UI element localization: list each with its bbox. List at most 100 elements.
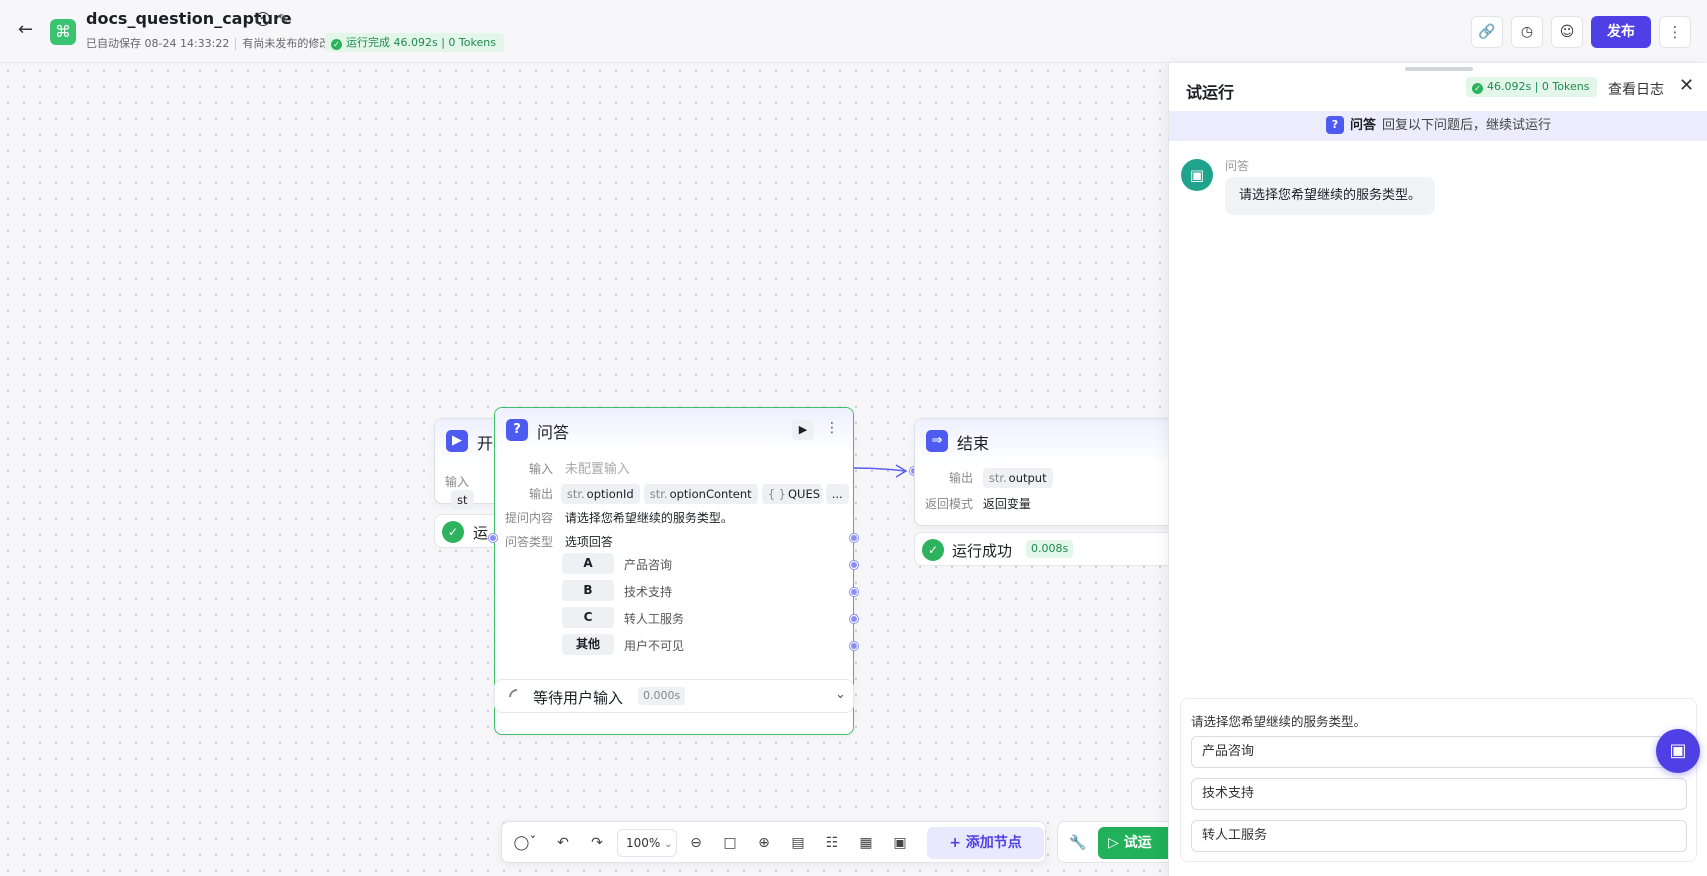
panel-title: 试运行 — [1186, 83, 1235, 102]
publish-button[interactable]: 发布 — [1591, 16, 1651, 48]
node-more-icon[interactable]: ⋮ — [825, 420, 839, 436]
option-text: 用户不可见 — [624, 639, 685, 653]
unpublished-text: 有尚未发布的修改 — [242, 37, 331, 50]
end-return-label: 返回模式 — [925, 497, 974, 511]
start-icon: ▶ — [446, 430, 468, 452]
fit-view-icon[interactable]: □ — [719, 832, 741, 854]
option-key: 其他 — [562, 634, 614, 655]
collaborator-button[interactable]: ☺ — [1551, 16, 1583, 48]
drag-handle[interactable] — [1405, 67, 1473, 71]
start-input-label: 输入 — [445, 475, 470, 489]
add-node-button[interactable]: + 添加节点 — [927, 827, 1044, 859]
comment-icon[interactable]: ▤ — [787, 832, 809, 854]
user-icon: ☺ — [1559, 24, 1575, 40]
redo-icon[interactable]: ↷ — [586, 832, 608, 854]
notice-tag: 问答 — [1349, 118, 1376, 133]
image-icon[interactable]: ▦ — [855, 832, 877, 854]
output-type: { } — [767, 487, 786, 501]
run-status-text: 运行完成 46.092s | 0 Tokens — [346, 36, 496, 49]
output-type: str. — [566, 487, 585, 501]
canvas-toolbar: ◯ˇ ↶ ↷ 100% ⌄ ⊖ □ ⊕ ▤ ☷ ▦ ▣ + 添加节点 — [501, 821, 1046, 863]
qa-type-value: 选项回答 — [564, 535, 613, 549]
option-text: 技术支持 — [624, 585, 673, 599]
try-run-label: 试运 — [1123, 835, 1152, 851]
notice-text: 回复以下问题后，继续试运行 — [1382, 118, 1552, 133]
output-type: str. — [649, 487, 668, 501]
end-return-row: 返回模式 返回变量 — [925, 495, 1031, 512]
success-icon: ✓ — [331, 39, 342, 50]
end-node[interactable]: ⇒ 结束 输出 str. output 返回模式 返回变量 — [914, 418, 1168, 526]
option-port-other[interactable] — [850, 642, 858, 650]
plus-icon: + — [949, 835, 966, 851]
wrench-icon[interactable]: 🔧 — [1067, 832, 1089, 854]
zoom-out-icon[interactable]: ⊖ — [685, 832, 707, 854]
edit-icon[interactable]: ✎ — [278, 12, 289, 27]
app-icon: ⌘ — [50, 19, 76, 45]
end-output-tag: str. output — [982, 468, 1053, 488]
close-icon[interactable]: ✕ — [1679, 75, 1694, 96]
question-icon: ? — [506, 419, 528, 441]
option-port-b[interactable] — [850, 588, 858, 596]
panel-badge-text: 46.092s | 0 Tokens — [1487, 80, 1590, 93]
zoom-in-icon[interactable]: ⊕ — [753, 832, 775, 854]
qa-input-port[interactable] — [489, 534, 497, 542]
answer-option[interactable]: 转人工服务 — [1191, 820, 1687, 852]
bot-avatar: ▣ — [1181, 159, 1213, 191]
run-node-icon[interactable]: ▶ — [792, 420, 814, 440]
option-key: B — [562, 580, 614, 601]
layout-icon[interactable]: ☷ — [821, 832, 843, 854]
output-type: str. — [988, 471, 1007, 485]
output-name: optionContent — [669, 487, 752, 501]
undo-icon[interactable]: ↶ — [552, 832, 574, 854]
start-status-text: 运 — [473, 524, 489, 542]
try-run-button[interactable]: ▷ 试运 — [1098, 827, 1178, 859]
link-button[interactable]: 🔗 — [1471, 16, 1503, 48]
more-options-icon[interactable]: ⋮ — [1659, 16, 1691, 48]
end-node-title: 结束 — [957, 434, 990, 453]
view-log-link[interactable]: 查看日志 — [1608, 79, 1664, 99]
panel-run-badge: ✓ 46.092s | 0 Tokens — [1466, 77, 1598, 97]
answer-option[interactable]: 产品咨询 — [1191, 736, 1687, 768]
qa-input-value: 未配置输入 — [564, 462, 630, 477]
history-button[interactable]: ◷ — [1511, 16, 1543, 48]
success-icon: ✓ — [1472, 83, 1483, 94]
end-output-label: 输出 — [948, 471, 973, 485]
start-input-tag: st — [451, 490, 474, 510]
header: ← ⌘ docs_question_capture ✓ ✎ 已自动保存 08-2… — [0, 0, 1707, 63]
answer-prompt: 请选择您希望继续的服务类型。 — [1191, 714, 1367, 729]
qa-output-row: 输出 str. optionId str. optionContent{ } QUES.… — [505, 484, 853, 504]
output-tag-ques: { } QUES — [761, 484, 822, 504]
qa-input-label: 输入 — [528, 462, 553, 476]
zoom-select[interactable]: 100% ⌄ — [617, 829, 677, 857]
option-key: C — [562, 607, 614, 628]
end-status-time: 0.008s — [1026, 540, 1074, 558]
start-node-header: ▶ 开 — [435, 419, 503, 463]
more-outputs-button[interactable]: ... — [825, 484, 849, 504]
run-status-badge: ✓ 运行完成 46.092s | 0 Tokens — [325, 33, 504, 52]
output-name: QUES — [787, 487, 821, 501]
qa-question-label: 提问内容 — [505, 511, 554, 525]
chat-bot-icon[interactable]: ▣ — [1656, 729, 1700, 773]
qa-node-header: ? 问答 ▶ ⋮ — [495, 408, 853, 452]
minimap-icon[interactable]: ▣ — [889, 832, 911, 854]
answer-option[interactable]: 技术支持 — [1191, 778, 1687, 810]
success-icon: ✓ — [922, 539, 944, 561]
end-icon: ⇒ — [926, 430, 948, 452]
option-port-c[interactable] — [850, 615, 858, 623]
play-circle-icon: ▷ — [1108, 835, 1124, 851]
autosave-text: 已自动保存 08-24 14:33:22 — [86, 37, 230, 50]
workflow-canvas[interactable]: ▶ 开 输入 st ✓ 运 ? 问答 ▶ ⋮ 输入 未配置输入 输出 str. o… — [0, 63, 1168, 876]
answer-box: 请选择您希望继续的服务类型。 产品咨询 技术支持 转人工服务 — [1180, 698, 1697, 862]
qa-status[interactable]: 等待用户输入 0.000s ⌄ — [494, 679, 854, 713]
back-arrow-icon[interactable]: ← — [18, 20, 38, 40]
qa-type-label: 问答类型 — [505, 535, 554, 549]
chevron-down-icon: ⌄ — [664, 839, 673, 850]
option-port-a[interactable] — [850, 561, 858, 569]
zoom-value: 100% — [626, 836, 661, 850]
qa-type-row: 问答类型 选项回答 — [505, 533, 613, 550]
output-tag-optionid: str. optionId — [560, 484, 640, 504]
chevron-down-icon[interactable]: ⌄ — [835, 687, 846, 702]
pointer-mode-icon[interactable]: ◯ˇ — [510, 832, 540, 854]
qa-output-port[interactable] — [850, 534, 858, 542]
output-name: optionId — [586, 487, 634, 501]
